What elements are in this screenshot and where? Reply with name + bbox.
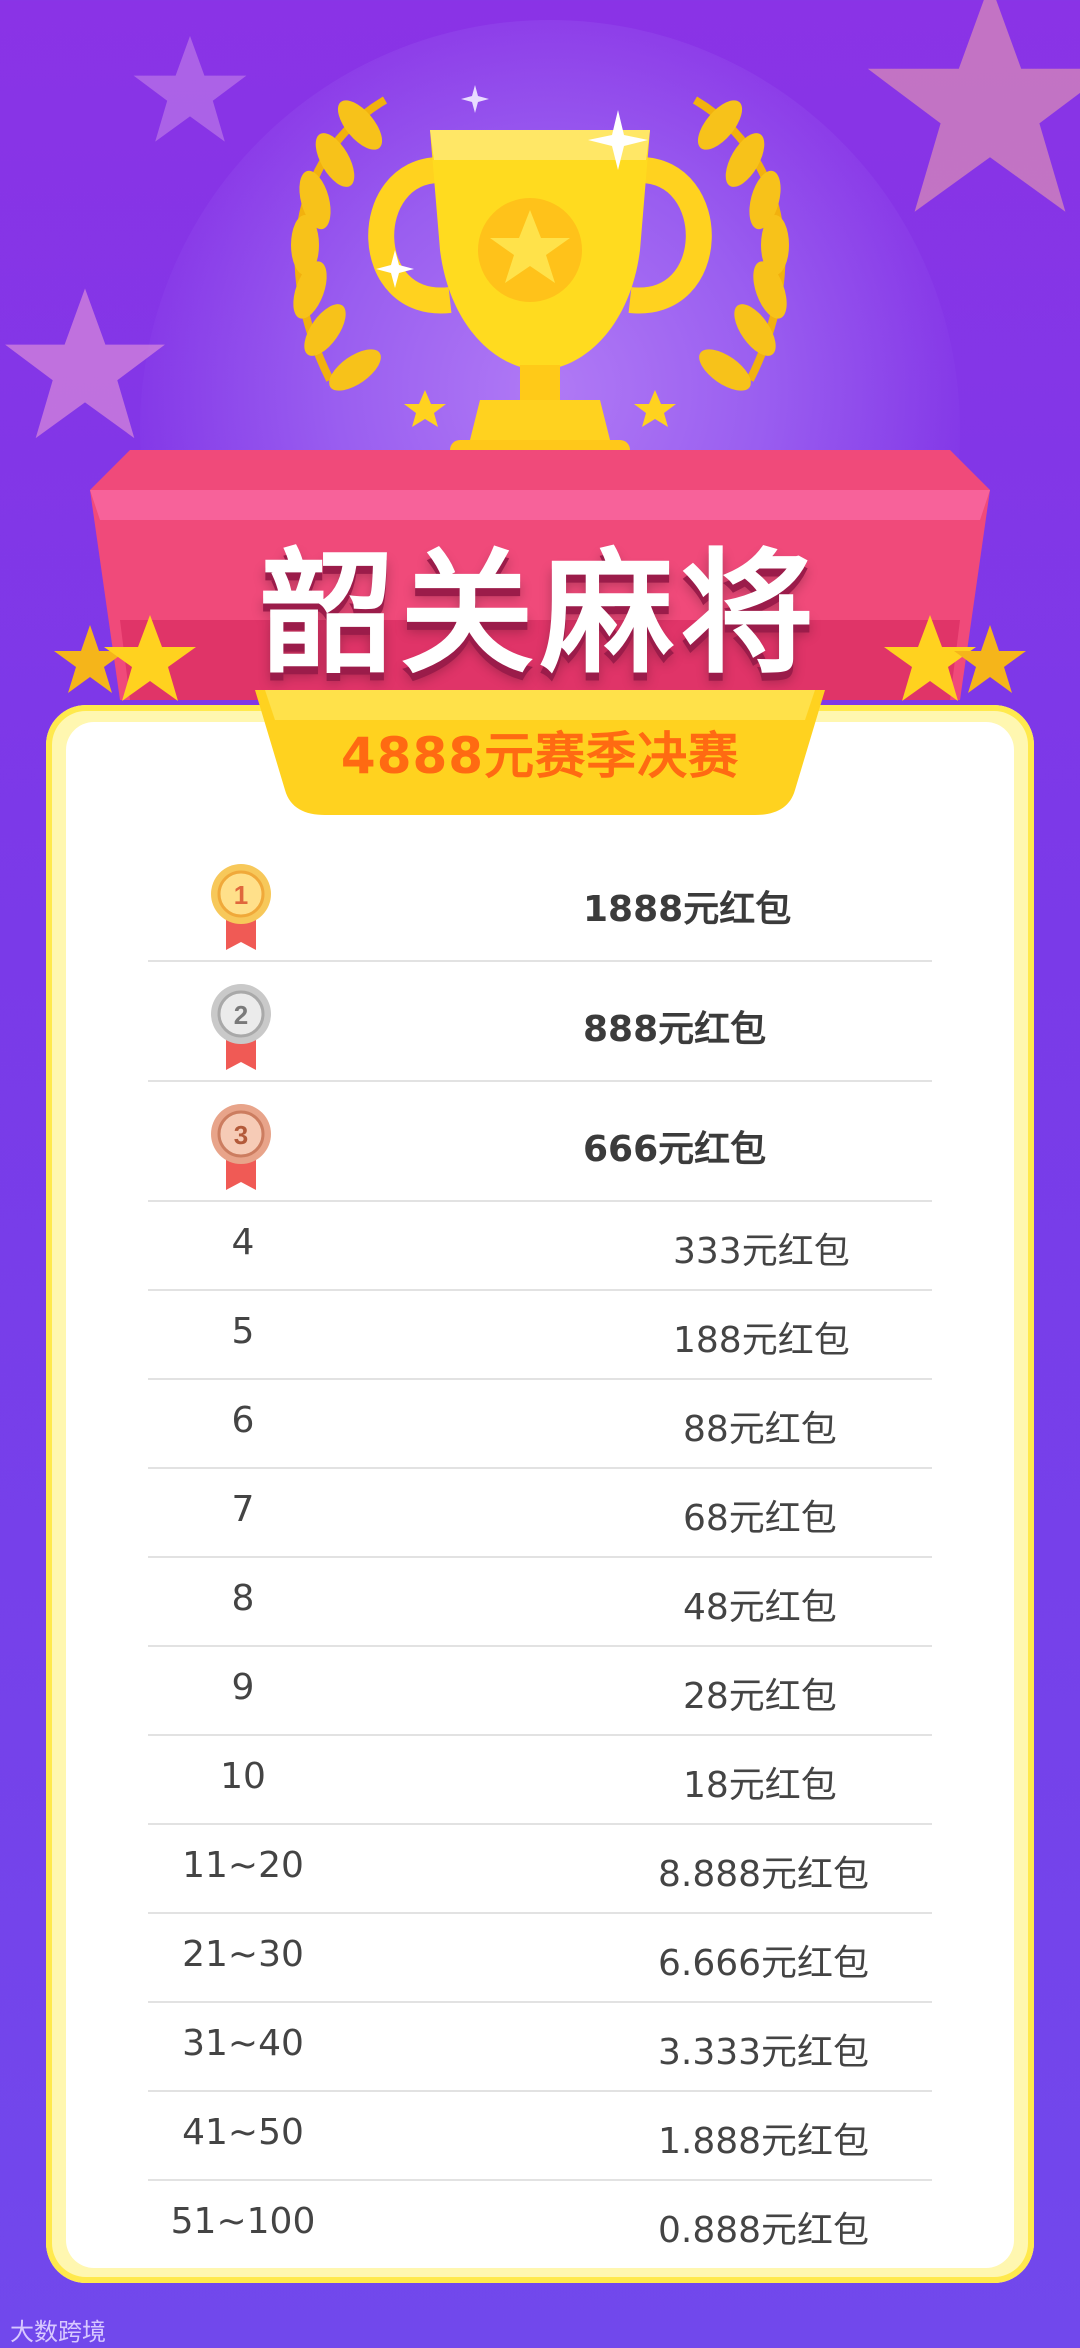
svg-text:3: 3	[234, 1120, 248, 1150]
rank-label: 9	[231, 1667, 255, 1708]
table-row: 1 1888元红包	[148, 840, 932, 962]
svg-text:1: 1	[234, 880, 248, 910]
prize-amount: 1.888元红包	[658, 2121, 870, 2162]
table-row: 10 18元红包	[148, 1734, 932, 1825]
table-row: 9 28元红包	[148, 1645, 932, 1736]
prize-amount: 1888元红包	[583, 889, 792, 930]
prize-amount: 888元红包	[583, 1009, 767, 1050]
table-row: 5 188元红包	[148, 1289, 932, 1380]
watermark: 大数跨境	[10, 2318, 106, 2346]
rank-label: 7	[231, 1489, 255, 1530]
rank-label: 5	[231, 1311, 255, 1352]
table-row: 3 666元红包	[148, 1080, 932, 1202]
table-row: 4 333元红包	[148, 1200, 932, 1291]
prize-amount: 333元红包	[673, 1231, 850, 1272]
page-title: 韶关麻将	[259, 534, 820, 692]
gold-medal-icon: 1	[211, 864, 271, 950]
prize-amount: 0.888元红包	[658, 2210, 870, 2251]
rank-label: 11~20	[182, 1845, 304, 1886]
prize-amount: 3.333元红包	[658, 2032, 870, 2073]
table-row: 8 48元红包	[148, 1556, 932, 1647]
rank-label: 31~40	[182, 2023, 304, 2064]
rank-label: 10	[220, 1756, 266, 1797]
prize-amount: 8.888元红包	[658, 1854, 870, 1895]
rank-label: 4	[231, 1222, 255, 1263]
subtitle: 4888元赛季决赛	[340, 727, 740, 785]
prize-amount: 188元红包	[673, 1320, 850, 1361]
prize-amount: 48元红包	[683, 1587, 837, 1628]
table-row: 2 888元红包	[148, 960, 932, 1082]
rank-label: 6	[231, 1400, 255, 1441]
table-row: 31~40 3.333元红包	[148, 2001, 932, 2092]
rank-label: 51~100	[170, 2201, 316, 2242]
rank-label: 41~50	[182, 2112, 304, 2153]
table-row: 41~50 1.888元红包	[148, 2090, 932, 2181]
prize-amount: 68元红包	[683, 1498, 837, 1539]
silver-medal-icon: 2	[211, 984, 271, 1070]
prize-amount: 18元红包	[683, 1765, 837, 1806]
table-row: 7 68元红包	[148, 1467, 932, 1558]
table-row: 51~100 0.888元红包	[148, 2179, 932, 2268]
rank-label: 21~30	[182, 1934, 304, 1975]
svg-text:2: 2	[234, 1000, 248, 1030]
table-row: 21~30 6.666元红包	[148, 1912, 932, 2003]
rank-label: 8	[231, 1578, 255, 1619]
prize-amount: 6.666元红包	[658, 1943, 870, 1984]
prize-amount: 28元红包	[683, 1676, 837, 1717]
prize-amount: 88元红包	[683, 1409, 837, 1450]
table-row: 11~20 8.888元红包	[148, 1823, 932, 1914]
table-row: 6 88元红包	[148, 1378, 932, 1469]
bronze-medal-icon: 3	[211, 1104, 271, 1190]
prize-amount: 666元红包	[583, 1129, 767, 1170]
